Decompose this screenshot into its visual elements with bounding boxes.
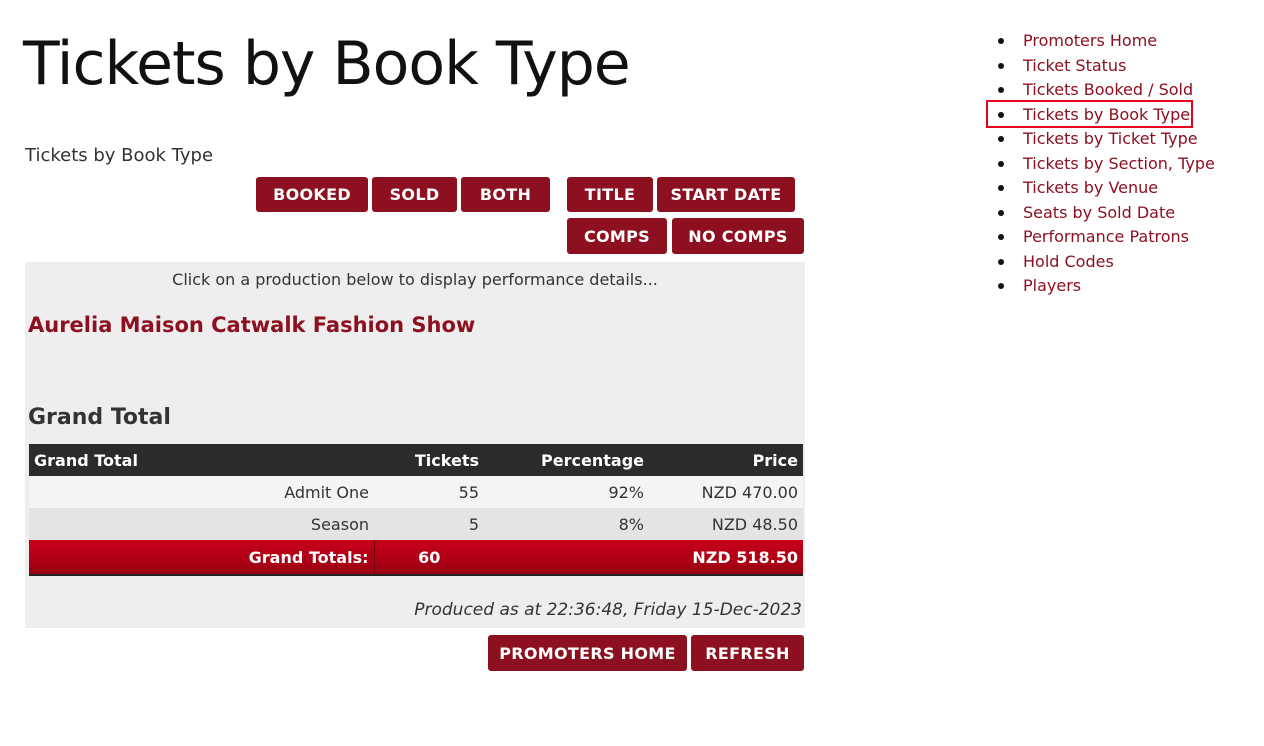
nav-link[interactable]: Ticket Status: [1023, 56, 1126, 75]
produced-timestamp: Produced as at 22:36:48, Friday 15-Dec-2…: [414, 600, 802, 620]
percentage-cell: 92%: [484, 476, 649, 508]
nav-item-tickets-booked-sold[interactable]: Tickets Booked / Sold: [997, 78, 1215, 103]
bullet-icon: [998, 62, 1004, 69]
nav-item-promoters-home[interactable]: Promoters Home: [997, 29, 1215, 54]
price-cell: NZD 48.50: [649, 508, 803, 540]
nav-link[interactable]: Hold Codes: [1023, 252, 1114, 271]
nav-link[interactable]: Tickets Booked / Sold: [1023, 80, 1193, 99]
nav-item-tickets-by-venue[interactable]: Tickets by Venue: [997, 176, 1215, 201]
nav-link[interactable]: Players: [1023, 276, 1081, 295]
column-header: Percentage: [484, 444, 649, 476]
page-title: Tickets by Book Type: [23, 29, 631, 99]
table-header-row: Grand Total Tickets Percentage Price: [29, 444, 803, 476]
active-nav-highlight: [986, 100, 1193, 128]
nav-item-seats-by-sold-date[interactable]: Seats by Sold Date: [997, 201, 1215, 226]
sort-start-date-button[interactable]: START DATE: [657, 177, 795, 212]
no-comps-button[interactable]: NO COMPS: [672, 218, 804, 254]
bullet-icon: [998, 258, 1004, 265]
nav-item-tickets-by-section-type[interactable]: Tickets by Section, Type: [997, 152, 1215, 177]
booked-button[interactable]: BOOKED: [256, 177, 368, 212]
nav-item-performance-patrons[interactable]: Performance Patrons: [997, 225, 1215, 250]
production-link[interactable]: Aurelia Maison Catwalk Fashion Show: [28, 313, 475, 337]
nav-item-hold-codes[interactable]: Hold Codes: [997, 250, 1215, 275]
bullet-icon: [998, 136, 1004, 142]
tickets-cell: 55: [374, 476, 484, 508]
bullet-icon: [998, 185, 1004, 191]
nav-item-ticket-status[interactable]: Ticket Status: [997, 54, 1215, 79]
nav-link[interactable]: Seats by Sold Date: [1023, 203, 1175, 222]
percentage-cell: 8%: [484, 508, 649, 540]
totals-percentage: [484, 540, 649, 576]
book-type-cell: Admit One: [29, 476, 374, 508]
sort-title-button[interactable]: TITLE: [567, 177, 653, 212]
refresh-button[interactable]: REFRESH: [691, 635, 804, 671]
promoters-home-button[interactable]: PROMOTERS HOME: [488, 635, 687, 671]
bullet-icon: [998, 234, 1004, 240]
report-nav: Promoters Home Ticket Status Tickets Boo…: [997, 29, 1215, 299]
instruction-text: Click on a production below to display p…: [172, 270, 658, 289]
price-cell: NZD 470.00: [649, 476, 803, 508]
nav-item-players[interactable]: Players: [997, 274, 1215, 299]
table-row: Admit One 55 92% NZD 470.00: [29, 476, 803, 508]
both-button[interactable]: BOTH: [461, 177, 550, 212]
report-panel: Click on a production below to display p…: [25, 262, 805, 628]
bullet-icon: [998, 87, 1004, 93]
book-type-cell: Season: [29, 508, 374, 540]
totals-tickets: 60: [374, 540, 484, 576]
tickets-cell: 5: [374, 508, 484, 540]
table-row: Season 5 8% NZD 48.50: [29, 508, 803, 540]
totals-price: NZD 518.50: [649, 540, 803, 576]
nav-link[interactable]: Tickets by Venue: [1023, 178, 1158, 197]
sold-button[interactable]: SOLD: [372, 177, 457, 212]
column-header: Price: [649, 444, 803, 476]
nav-link[interactable]: Tickets by Ticket Type: [1023, 129, 1198, 148]
bullet-icon: [998, 38, 1004, 44]
nav-item-tickets-by-ticket-type[interactable]: Tickets by Ticket Type: [997, 127, 1215, 152]
column-header: Tickets: [374, 444, 484, 476]
page-subtitle: Tickets by Book Type: [25, 145, 214, 166]
totals-label: Grand Totals:: [29, 540, 375, 576]
grand-total-heading: Grand Total: [28, 405, 171, 430]
bullet-icon: [998, 283, 1004, 289]
bullet-icon: [998, 209, 1004, 216]
totals-row: Grand Totals: 60 NZD 518.50: [29, 540, 803, 576]
nav-link[interactable]: Performance Patrons: [1023, 227, 1189, 246]
bullet-icon: [998, 160, 1004, 167]
grand-total-table: Grand Total Tickets Percentage Price Adm…: [29, 444, 803, 576]
column-header: Grand Total: [29, 444, 374, 476]
comps-button[interactable]: COMPS: [567, 218, 667, 254]
nav-link[interactable]: Promoters Home: [1023, 31, 1157, 50]
nav-link[interactable]: Tickets by Section, Type: [1023, 154, 1215, 173]
